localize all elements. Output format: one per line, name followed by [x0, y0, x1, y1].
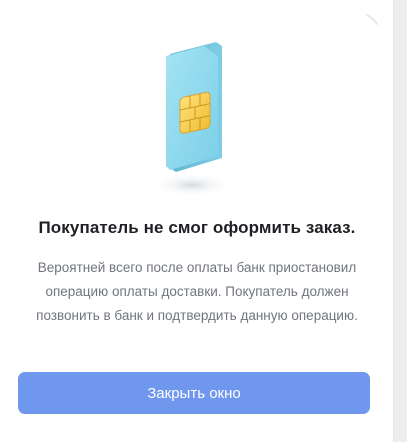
dialog-title: Покупатель не смог оформить заказ. — [38, 218, 356, 237]
modal-dialog: Покупатель не смог оформить заказ. Вероя… — [0, 0, 394, 442]
dialog-description: Вероятней всего после оплаты банк приост… — [36, 260, 358, 323]
close-window-button[interactable]: Закрыть окно — [18, 372, 370, 414]
sim-card-icon — [140, 40, 250, 200]
close-icon[interactable] — [362, 8, 384, 30]
